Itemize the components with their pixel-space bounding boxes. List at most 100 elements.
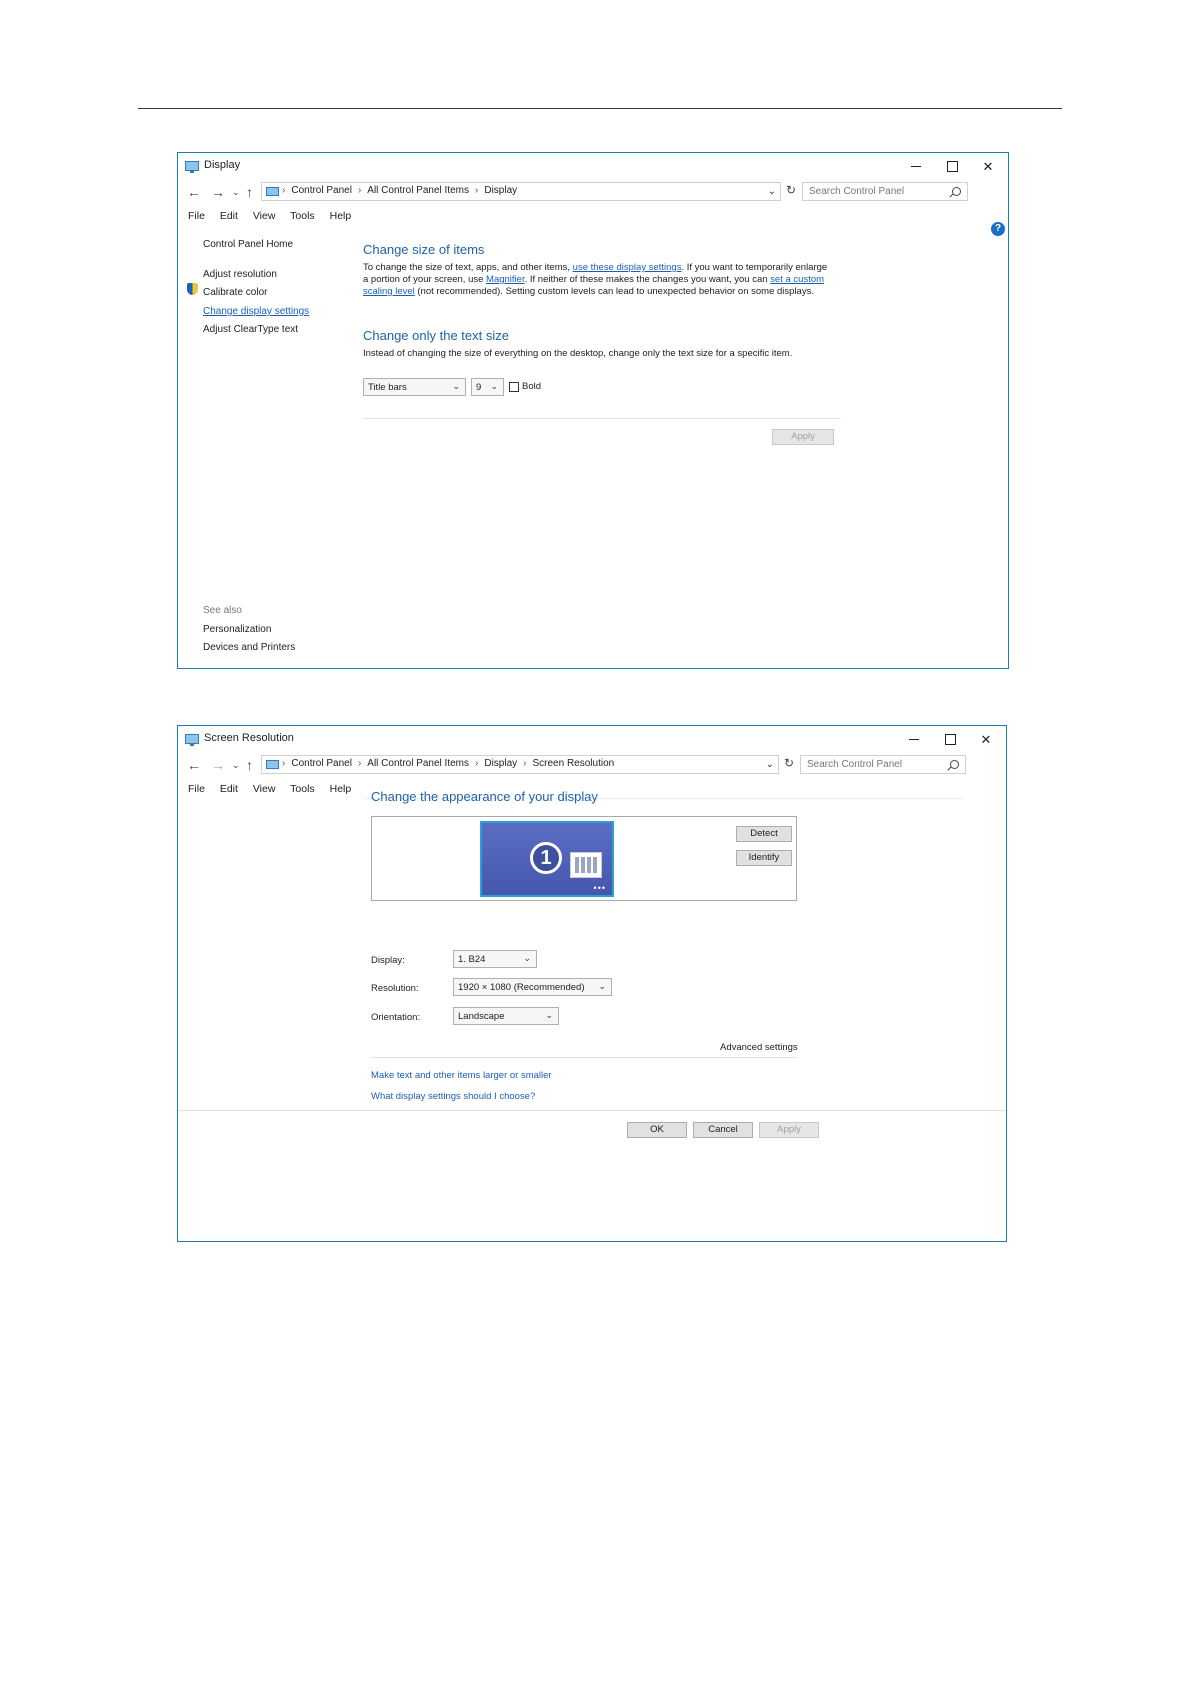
display-help-link[interactable]: What display settings should I choose? xyxy=(371,1091,535,1102)
minimize-button[interactable] xyxy=(898,155,934,177)
custom-scaling-link[interactable]: set a custom xyxy=(770,274,824,285)
detect-button[interactable]: Detect xyxy=(736,826,792,842)
maximize-button[interactable] xyxy=(934,155,970,177)
custom-scaling-link-cont[interactable]: scaling level xyxy=(363,286,415,297)
chevron-down-icon[interactable]: ⌄ xyxy=(768,186,776,197)
page-header-rule xyxy=(138,108,1062,109)
window-title: Screen Resolution xyxy=(204,732,294,744)
search-icon xyxy=(950,760,959,769)
breadcrumb-item[interactable]: Screen Resolution xyxy=(532,758,614,769)
divider xyxy=(363,418,841,419)
orientation-select[interactable]: Landscape ⌄ xyxy=(453,1007,559,1025)
chevron-down-icon: ⌄ xyxy=(523,953,531,963)
control-panel-icon xyxy=(266,760,279,769)
apply-button[interactable]: Apply xyxy=(772,429,834,445)
maximize-button[interactable] xyxy=(932,728,968,750)
resolution-label: Resolution: xyxy=(371,983,419,994)
minimize-button[interactable] xyxy=(896,728,932,750)
change-size-description: To change the size of text, apps, and ot… xyxy=(363,262,828,297)
refresh-icon[interactable]: ↻ xyxy=(786,183,796,197)
text-size-link[interactable]: Make text and other items larger or smal… xyxy=(371,1070,552,1081)
title-bar: Display xyxy=(178,153,1008,179)
close-button[interactable] xyxy=(970,155,1006,177)
sidebar-item-adjust-resolution[interactable]: Adjust resolution xyxy=(203,269,277,280)
page-title: Change the appearance of your display xyxy=(371,789,598,804)
address-bar[interactable]: › Control Panel › All Control Panel Items › D… xyxy=(261,755,779,774)
see-also-devices-printers[interactable]: Devices and Printers xyxy=(203,642,295,653)
up-arrow-icon[interactable]: ↑ xyxy=(246,756,253,774)
search-icon xyxy=(952,187,961,196)
sidebar-item-adjust-cleartype[interactable]: Adjust ClearType text xyxy=(203,324,298,335)
menu-bar: File Edit View Tools Help xyxy=(188,783,363,795)
sidebar-home-link[interactable]: Control Panel Home xyxy=(203,239,293,250)
chevron-down-icon: ⌄ xyxy=(598,981,606,991)
address-bar[interactable]: › Control Panel › All Control Panel Items › D… xyxy=(261,182,781,201)
change-size-heading: Change size of items xyxy=(363,242,485,257)
chevron-down-icon: ⌄ xyxy=(490,381,498,391)
resolution-select[interactable]: 1920 × 1080 (Recommended) ⌄ xyxy=(453,978,612,996)
breadcrumb-item[interactable]: Display xyxy=(484,758,517,769)
breadcrumb: › Control Panel › All Control Panel Items › D… xyxy=(282,758,615,769)
breadcrumb-item[interactable]: Display xyxy=(484,185,517,196)
recent-dropdown-icon[interactable]: ⌄ xyxy=(232,183,240,201)
menu-help[interactable]: Help xyxy=(330,783,352,795)
chevron-down-icon[interactable]: ⌄ xyxy=(766,759,774,770)
menu-file[interactable]: File xyxy=(188,210,205,222)
search-placeholder: Search Control Panel xyxy=(809,186,905,197)
forward-arrow-icon[interactable]: → xyxy=(211,756,225,774)
control-panel-icon xyxy=(266,187,279,196)
address-row: ← → ⌄ ↑ › Control Panel › All Control Panel… xyxy=(178,754,1006,776)
menu-help[interactable]: Help xyxy=(330,210,352,222)
text-item-select[interactable]: Title bars ⌄ xyxy=(363,378,466,396)
breadcrumb-item[interactable]: Control Panel xyxy=(291,758,352,769)
more-dots-icon: ••• xyxy=(593,883,606,893)
divider xyxy=(371,1057,797,1058)
chevron-down-icon: ⌄ xyxy=(545,1010,553,1020)
cancel-button[interactable]: Cancel xyxy=(693,1122,753,1138)
breadcrumb-item[interactable]: Control Panel xyxy=(291,185,352,196)
orientation-label: Orientation: xyxy=(371,1012,421,1023)
title-bar: Screen Resolution xyxy=(178,726,1006,752)
recent-dropdown-icon[interactable]: ⌄ xyxy=(232,756,240,774)
display-icon xyxy=(185,734,199,746)
menu-edit[interactable]: Edit xyxy=(220,210,238,222)
back-arrow-icon[interactable]: ← xyxy=(187,183,201,201)
advanced-settings-link[interactable]: Advanced settings xyxy=(720,1042,798,1053)
identify-button[interactable]: Identify xyxy=(736,850,792,866)
bold-checkbox[interactable] xyxy=(509,382,519,392)
magnifier-link[interactable]: Magnifier xyxy=(486,274,525,285)
help-icon[interactable]: ? xyxy=(991,222,1005,236)
menu-edit[interactable]: Edit xyxy=(220,783,238,795)
apply-button[interactable]: Apply xyxy=(759,1122,819,1138)
menu-view[interactable]: View xyxy=(253,783,276,795)
forward-arrow-icon[interactable]: → xyxy=(211,183,225,201)
menu-file[interactable]: File xyxy=(188,783,205,795)
sidebar-item-calibrate-color[interactable]: Calibrate color xyxy=(203,287,267,298)
ok-button[interactable]: OK xyxy=(627,1122,687,1138)
display-label: Display: xyxy=(371,955,405,966)
see-also-personalization[interactable]: Personalization xyxy=(203,624,271,635)
up-arrow-icon[interactable]: ↑ xyxy=(246,183,253,201)
menu-view[interactable]: View xyxy=(253,210,276,222)
display-window: Display ← → ⌄ ↑ ›Control Panel›All Contr… xyxy=(177,152,1009,669)
search-input[interactable]: Search Control Panel xyxy=(802,182,968,201)
font-size-select[interactable]: 9 ⌄ xyxy=(471,378,504,396)
breadcrumb-item[interactable]: All Control Panel Items xyxy=(367,758,469,769)
search-placeholder: Search Control Panel xyxy=(807,759,903,770)
desktop-grid-icon xyxy=(570,852,602,878)
breadcrumb-item[interactable]: All Control Panel Items xyxy=(367,185,469,196)
back-arrow-icon[interactable]: ← xyxy=(187,756,201,774)
display-select[interactable]: 1. B24 ⌄ xyxy=(453,950,537,968)
menu-bar: File Edit View Tools Help xyxy=(188,210,363,222)
refresh-icon[interactable]: ↻ xyxy=(784,756,794,770)
display-settings-link[interactable]: use these display settings xyxy=(573,262,682,273)
footer-divider xyxy=(178,1110,1006,1111)
close-button[interactable] xyxy=(968,728,1004,750)
search-input[interactable]: Search Control Panel xyxy=(800,755,966,774)
see-also-heading: See also xyxy=(203,605,242,616)
menu-tools[interactable]: Tools xyxy=(290,783,315,795)
menu-tools[interactable]: Tools xyxy=(290,210,315,222)
monitor-1-tile[interactable]: 1 ••• xyxy=(480,821,614,897)
text-size-description: Instead of changing the size of everythi… xyxy=(363,348,793,359)
sidebar-item-change-display-settings[interactable]: Change display settings xyxy=(203,306,309,317)
